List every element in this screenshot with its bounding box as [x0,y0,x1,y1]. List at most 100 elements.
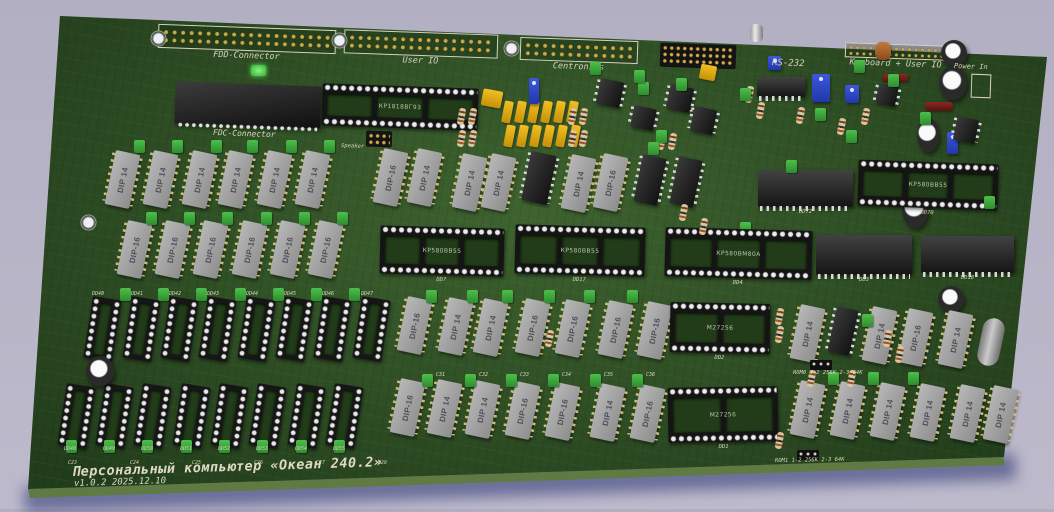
socket-windows [335,389,354,442]
resistor [860,107,870,125]
ram-socket [325,383,363,449]
component-label: DIP-16 [647,317,661,345]
silk-text: C26 [254,460,263,466]
capacitor-ceramic [854,60,865,73]
capacitor-electrolytic [939,66,967,100]
silk-text: DD53 [256,446,268,452]
dip-chip: DIP 14 [870,382,906,441]
resistor [578,129,588,147]
ram-socket [160,296,198,362]
component-label: DIP 14 [305,166,319,193]
capacitor-ceramic [337,212,348,225]
capacitor-film [542,124,555,147]
capacitor-film [516,124,529,147]
ram-socket [198,296,236,362]
ref-label: DD7 [436,277,446,283]
silk-text: C33 [520,372,529,378]
capacitor-ceramic [120,288,131,301]
component-label: DIP 14 [437,395,451,422]
capacitor-ceramic [544,290,555,303]
silk-text: DD44 [246,291,258,297]
socket-window [561,236,598,266]
socket-windows [323,302,342,355]
socket-windows [105,389,124,442]
capacitor-ceramic [172,140,183,153]
socket-window [93,302,112,355]
capacitor-ceramic [422,374,433,387]
ram-socket [133,383,171,449]
resistor [456,129,466,147]
capacitor-ceramic [984,196,995,209]
capacitor-ceramic [211,140,222,153]
ic-chip-black [669,156,702,208]
socket-window [170,302,189,355]
component-label: DIP 14 [192,166,206,193]
ref-label: DD18 [961,275,974,281]
capacitor-ceramic [222,212,233,225]
socket-window [247,302,266,355]
capacitor-ceramic [146,212,157,225]
silk-text: RS-232 [772,58,805,69]
rom-socket: М27256DD2 [669,302,770,354]
dip-chip: DIP 14 [218,150,254,209]
pin-header [660,43,737,70]
silk-text: C31 [436,372,445,378]
capacitor-ceramic [862,314,873,327]
socket-window [297,389,316,442]
silk-text: C23 [68,460,77,466]
silk-text: C36 [646,372,655,378]
trimmer-pot [812,74,830,102]
ram-socket [83,296,121,362]
capacitor-ceramic [467,290,478,303]
ic-chip-black [757,77,805,97]
capacitor-ceramic [815,108,826,121]
pin-connector: User IO [344,29,499,58]
ic-socket: КР580ВМ80АDD4 [664,227,812,280]
silk-text: DD45 [284,291,296,297]
socket-windows [258,389,277,442]
socket-windows [362,302,381,355]
silk-text: DD55 [333,446,345,452]
component-label: DIP-16 [165,236,179,264]
led [251,65,266,76]
socket-windows [327,93,474,120]
component-label: DIP 14 [800,396,814,423]
component-label: DIP 14 [267,166,281,193]
ram-socket [95,383,133,449]
3d-viewport[interactable]: Персональный компьютер «Океан 240.2» v1.… [0,0,1054,509]
component-label: DIP-16 [127,236,141,264]
dip-chip: DIP 14 [590,383,626,442]
socket-windows [220,389,239,442]
dip-chip: DIP 14 [790,304,826,363]
silk-text: DD51 [180,446,192,452]
socket-windows [385,236,500,267]
socket-windows [143,389,162,442]
silk-text: DD49 [103,446,115,452]
capacitor-ceramic [638,82,649,95]
rom-socket: М27256DD1 [668,386,779,443]
capacitor-electrolytic [86,356,114,386]
capacitor-ceramic [426,290,437,303]
component-label: DIP-16 [525,314,539,342]
silk-text: DD52 [218,446,230,452]
capacitor-ceramic [908,372,919,385]
ic-socket: КР580ВВ55DD17 [514,224,645,276]
resistor [755,101,765,119]
dip-chip: DIP-16 [593,153,629,212]
dip-chip: DIP-16 [545,382,581,441]
socket-windows [673,396,774,433]
capacitor-ceramic [299,212,310,225]
component-label: DIP-16 [280,236,294,264]
component-label: DIP 14 [462,169,476,196]
silk-text: C34 [562,372,571,378]
dip-chip: DIP-16 [505,381,541,440]
component-label: DIP 14 [993,401,1007,428]
silk-outline [971,74,992,99]
component-label: FDD-Connector [213,50,280,62]
component-label: DIP-16 [383,164,397,192]
socket-windows [208,302,227,355]
dip-chip: DIP-16 [898,308,934,367]
capacitor-ceramic [158,288,169,301]
silk-text: FDC-Connector [213,128,276,139]
mounting-hole [503,40,520,57]
